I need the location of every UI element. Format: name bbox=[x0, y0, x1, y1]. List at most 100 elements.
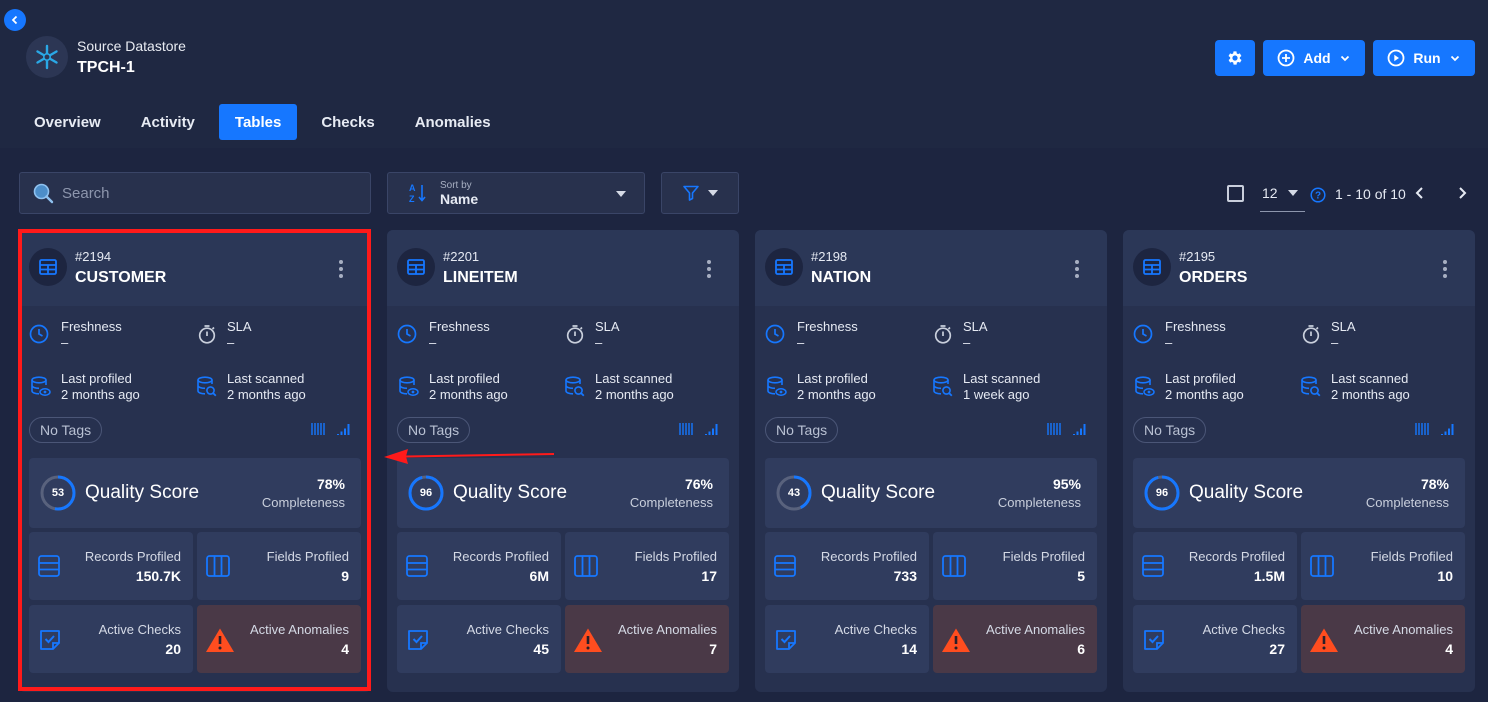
records-icon bbox=[774, 555, 796, 577]
last-scanned: Last scanned 1 week ago bbox=[963, 371, 1040, 403]
fields-profiled-value: 5 bbox=[1077, 568, 1085, 584]
quality-score-panel: 43 Quality Score 95% Completeness bbox=[765, 458, 1097, 528]
records-profiled-value: 6M bbox=[529, 568, 549, 584]
search-input[interactable] bbox=[62, 184, 342, 202]
column-profile-button[interactable] bbox=[1415, 422, 1429, 441]
records-profiled-value: 1.5M bbox=[1253, 568, 1285, 584]
settings-button[interactable] bbox=[1215, 40, 1255, 76]
gear-icon bbox=[1228, 51, 1242, 65]
database-eye-icon bbox=[767, 376, 787, 396]
add-button[interactable]: Add bbox=[1263, 40, 1365, 76]
tab-overview[interactable]: Overview bbox=[18, 104, 117, 140]
active-checks-label: Active Checks bbox=[466, 622, 549, 637]
tab-tables[interactable]: Tables bbox=[218, 104, 298, 140]
column-profile-icon[interactable] bbox=[1047, 422, 1061, 436]
signal-bars-icon[interactable] bbox=[705, 422, 719, 436]
signal-bars-icon[interactable] bbox=[1441, 422, 1455, 436]
fields-profiled-tile[interactable]: Fields Profiled 17 bbox=[565, 532, 729, 600]
tab-anomalies[interactable]: Anomalies bbox=[399, 104, 507, 140]
sort-select[interactable]: AZ Sort by Name bbox=[387, 172, 645, 214]
records-profiled-label: Records Profiled bbox=[1188, 549, 1285, 564]
records-icon bbox=[406, 555, 428, 577]
more-options-icon[interactable] bbox=[1443, 260, 1447, 278]
active-checks-tile[interactable]: Active Checks 27 bbox=[1133, 605, 1297, 673]
active-anomalies-tile[interactable]: Active Anomalies 7 bbox=[565, 605, 729, 673]
records-profiled-value: 733 bbox=[893, 568, 917, 584]
freshness-icon bbox=[1133, 324, 1153, 349]
fields-icon bbox=[1310, 555, 1334, 577]
header-bar: Source Datastore TPCH-1 Add Run Overview… bbox=[0, 0, 1488, 148]
active-checks-tile[interactable]: Active Checks 14 bbox=[765, 605, 929, 673]
fields-profiled-value: 17 bbox=[701, 568, 717, 584]
fields-icon-wrap bbox=[1309, 554, 1335, 583]
sla-icon bbox=[1301, 324, 1321, 349]
records-profiled-tile[interactable]: Records Profiled 1.5M bbox=[1133, 532, 1297, 600]
table-card[interactable]: #2195 ORDERS Freshness – SLA – Last prof… bbox=[1123, 230, 1475, 692]
per-page-value[interactable]: 12 bbox=[1262, 185, 1278, 201]
svg-text:A: A bbox=[409, 183, 416, 193]
completeness-value: 76% bbox=[684, 476, 713, 492]
tab-activity[interactable]: Activity bbox=[125, 104, 211, 140]
active-anomalies-label: Active Anomalies bbox=[618, 622, 717, 637]
freshness-icon bbox=[765, 324, 785, 349]
last-scanned-icon bbox=[933, 376, 953, 403]
column-profile-icon[interactable] bbox=[679, 422, 693, 436]
sla: SLA – bbox=[1331, 319, 1356, 351]
column-profile-button[interactable] bbox=[679, 422, 693, 441]
column-profile-icon[interactable] bbox=[1415, 422, 1429, 436]
help-icon[interactable]: ? bbox=[1310, 187, 1326, 203]
filter-button[interactable] bbox=[661, 172, 739, 214]
database-eye-icon bbox=[399, 376, 419, 396]
run-button[interactable]: Run bbox=[1373, 40, 1475, 76]
table-name[interactable]: LINEITEM bbox=[443, 269, 518, 287]
signal-bars-button[interactable] bbox=[705, 422, 719, 441]
tags-pill[interactable]: No Tags bbox=[397, 417, 471, 443]
per-page-underline bbox=[1260, 211, 1305, 212]
tags-pill[interactable]: No Tags bbox=[765, 417, 839, 443]
fields-icon-wrap bbox=[941, 554, 967, 583]
last-scanned-label: Last scanned bbox=[595, 371, 673, 386]
column-profile-button[interactable] bbox=[1047, 422, 1061, 441]
select-all-checkbox[interactable] bbox=[1227, 185, 1244, 202]
chevron-right-icon[interactable] bbox=[1454, 185, 1470, 201]
svg-text:Z: Z bbox=[409, 194, 415, 204]
records-profiled-tile[interactable]: Records Profiled 733 bbox=[765, 532, 929, 600]
active-anomalies-tile[interactable]: Active Anomalies 6 bbox=[933, 605, 1097, 673]
last-profiled-icon bbox=[767, 376, 787, 403]
tab-checks[interactable]: Checks bbox=[305, 104, 390, 140]
table-card[interactable]: #2198 NATION Freshness – SLA – Last prof… bbox=[755, 230, 1107, 692]
table-id: #2195 bbox=[1179, 249, 1216, 264]
more-options-icon[interactable] bbox=[707, 260, 711, 278]
collapse-button[interactable] bbox=[4, 9, 26, 31]
freshness: Freshness – bbox=[429, 319, 490, 351]
database-eye-icon bbox=[1135, 376, 1155, 396]
search-icon bbox=[33, 183, 54, 204]
active-anomalies-value: 7 bbox=[709, 641, 717, 657]
signal-bars-icon[interactable] bbox=[1073, 422, 1087, 436]
active-anomalies-tile[interactable]: Active Anomalies 4 bbox=[1301, 605, 1465, 673]
more-options-icon[interactable] bbox=[1075, 260, 1079, 278]
search-box[interactable] bbox=[19, 172, 371, 214]
records-profiled-tile[interactable]: Records Profiled 6M bbox=[397, 532, 561, 600]
last-scanned-label: Last scanned bbox=[1331, 371, 1409, 386]
caret-down-icon[interactable] bbox=[1288, 190, 1298, 196]
warning-icon-wrap bbox=[573, 627, 603, 658]
warning-icon-wrap bbox=[1309, 627, 1339, 658]
signal-bars-button[interactable] bbox=[1441, 422, 1455, 441]
clock-icon bbox=[765, 324, 785, 344]
freshness-label: Freshness bbox=[429, 319, 490, 334]
card-header: #2201 LINEITEM bbox=[387, 230, 739, 306]
chevron-left-icon[interactable] bbox=[1412, 185, 1428, 201]
active-checks-tile[interactable]: Active Checks 45 bbox=[397, 605, 561, 673]
tags-pill[interactable]: No Tags bbox=[1133, 417, 1207, 443]
fields-icon bbox=[942, 555, 966, 577]
table-name[interactable]: NATION bbox=[811, 269, 871, 287]
table-name[interactable]: ORDERS bbox=[1179, 269, 1247, 287]
completeness-label: Completeness bbox=[997, 495, 1081, 510]
fields-profiled-tile[interactable]: Fields Profiled 10 bbox=[1301, 532, 1465, 600]
fields-icon bbox=[574, 555, 598, 577]
fields-profiled-tile[interactable]: Fields Profiled 5 bbox=[933, 532, 1097, 600]
last-scanned: Last scanned 2 months ago bbox=[595, 371, 674, 403]
active-checks-value: 45 bbox=[533, 641, 549, 657]
signal-bars-button[interactable] bbox=[1073, 422, 1087, 441]
